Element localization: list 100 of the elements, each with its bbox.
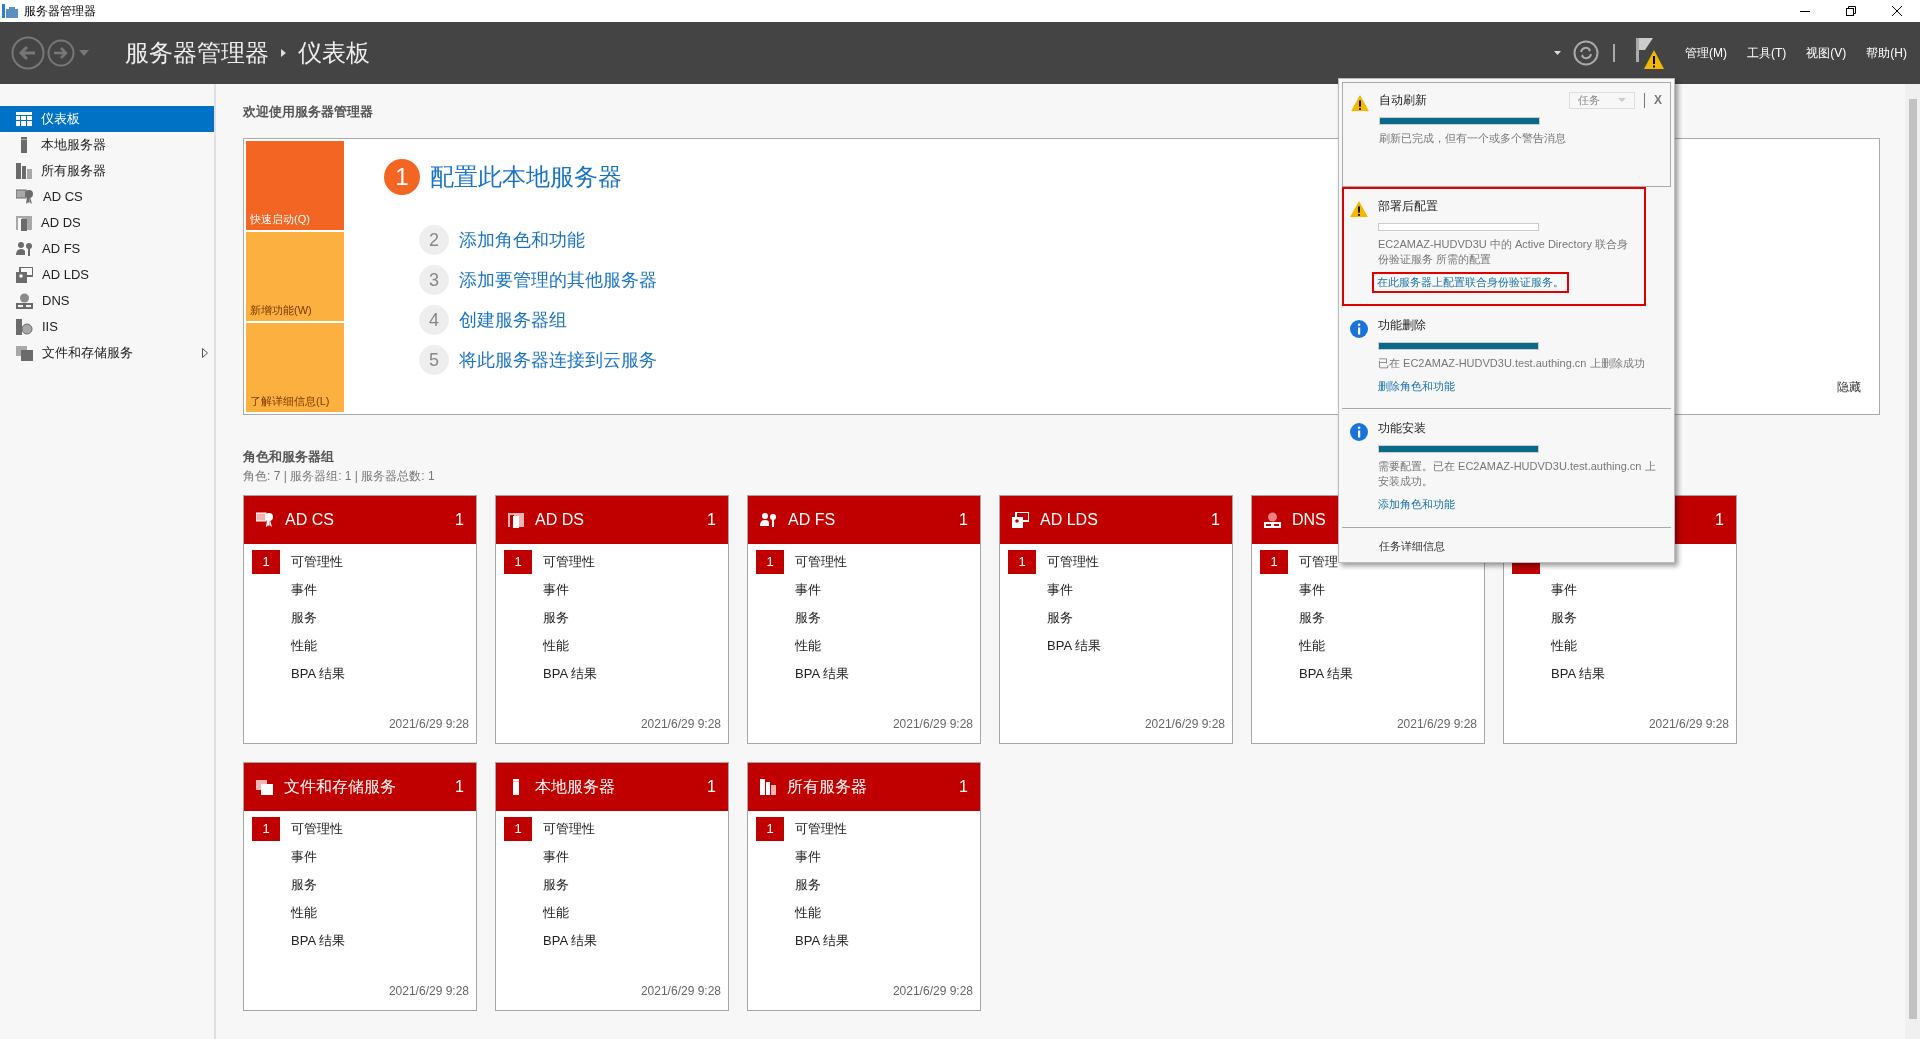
hide-link[interactable]: 隐藏	[1837, 378, 1861, 396]
tile-row-link[interactable]: 事件	[1299, 579, 1325, 600]
sidebar-item[interactable]: 仪表板	[0, 106, 214, 132]
sidebar-item[interactable]: AD LDS	[0, 262, 214, 288]
tile-row-link[interactable]: 事件	[1551, 579, 1577, 600]
tile-row-link[interactable]: BPA 结果	[795, 930, 849, 951]
role-tile[interactable]: 文件和存储服务 1 1 可管理性 事件 服务 性能 BPA 结果 2021/6/29 9:28	[243, 761, 477, 1011]
tile-row-link[interactable]: 服务	[1551, 607, 1577, 628]
quick-tile[interactable]: 了解详细信息(L)	[246, 323, 344, 412]
step-link[interactable]: 添加角色和功能	[459, 226, 585, 254]
tile-row-link[interactable]: 性能	[1551, 635, 1577, 656]
tile-timestamp: 2021/6/29 9:28	[388, 715, 470, 733]
tile-row-link[interactable]: 性能	[543, 902, 569, 923]
alert-count: 1	[252, 549, 280, 574]
close-button[interactable]: X	[1654, 91, 1662, 109]
menu-item[interactable]: 帮助(H)	[1866, 44, 1907, 62]
notification-item[interactable]: 自动刷新 任务 X 刷新已完成，但有一个或多个警告消息	[1342, 82, 1671, 187]
notification-title: 功能删除	[1378, 316, 1427, 334]
user-key-icon	[760, 511, 777, 528]
tile-row-link[interactable]: 可管理性	[1047, 551, 1099, 572]
tile-row-link[interactable]: 性能	[291, 902, 317, 923]
tile-row-link[interactable]: BPA 结果	[291, 663, 345, 684]
task-dropdown[interactable]: 任务	[1569, 91, 1635, 109]
scrollbar[interactable]	[1905, 84, 1920, 1039]
sidebar-item[interactable]: AD FS	[0, 236, 214, 262]
sidebar-item[interactable]: AD DS	[0, 210, 214, 236]
servers-icon	[16, 163, 32, 179]
sidebar-item[interactable]: 所有服务器	[0, 158, 214, 184]
tile-row-link[interactable]: 事件	[543, 579, 569, 600]
expand-arrow-icon[interactable]	[202, 348, 208, 358]
sidebar-item[interactable]: 文件和存储服务	[0, 340, 214, 366]
tile-row-link[interactable]: BPA 结果	[795, 663, 849, 684]
sidebar-item[interactable]: DNS	[0, 288, 214, 314]
tile-row-link[interactable]: BPA 结果	[1047, 635, 1101, 656]
sidebar-item[interactable]: IIS	[0, 314, 214, 340]
notification-item[interactable]: 功能删除 已在 EC2AMAZ-HUDVD3U.test.authing.cn 上删除成功 删除角色和功能	[1342, 305, 1671, 409]
notification-message: EC2AMAZ-HUDVD3U 中的 Active Directory 联合身份验证服务 所需的配置	[1378, 237, 1629, 267]
notification-link[interactable]: 在此服务器上配置联合身份验证服务。	[1374, 274, 1567, 291]
tile-row-link[interactable]: 服务	[795, 874, 821, 895]
sidebar-item[interactable]: AD CS	[0, 184, 214, 210]
menu-item[interactable]: 工具(T)	[1747, 44, 1787, 62]
role-tile[interactable]: AD FS 1 1 可管理性 事件 服务 性能 BPA 结果 2021/6/29 9:28	[747, 494, 981, 744]
notification-link[interactable]: 添加角色和功能	[1378, 496, 1455, 513]
notification-item[interactable]: 功能安装 需要配置。已在 EC2AMAZ-HUDVD3U.test.authing.cn 上安装成功。 添加角色和功能	[1342, 409, 1671, 528]
notification-link[interactable]: 删除角色和功能	[1378, 377, 1455, 394]
step-link[interactable]: 添加要管理的其他服务器	[459, 266, 657, 294]
tile-row-link[interactable]: BPA 结果	[543, 663, 597, 684]
tile-row-link[interactable]: 服务	[1047, 607, 1073, 628]
back-button[interactable]	[11, 36, 45, 70]
tile-row-link[interactable]: 可管理	[1299, 551, 1338, 572]
tile-row-link[interactable]: 事件	[795, 579, 821, 600]
tile-row-link[interactable]: 事件	[291, 579, 317, 600]
role-tile[interactable]: 所有服务器 1 1 可管理性 事件 服务 性能 BPA 结果 2021/6/29 9:28	[747, 761, 981, 1011]
role-tile[interactable]: AD DS 1 1 可管理性 事件 服务 性能 BPA 结果 2021/6/29 9:28	[495, 494, 729, 744]
tile-row-link[interactable]: 可管理性	[795, 551, 847, 572]
notification-flag-button[interactable]	[1635, 36, 1665, 70]
tile-row-link[interactable]: 事件	[795, 846, 821, 867]
menu-item[interactable]: 视图(V)	[1806, 44, 1847, 62]
notification-item[interactable]: 部署后配置 EC2AMAZ-HUDVD3U 中的 Active Directory 联合身份验证服务 所需的配置 在此服务器上配置联合身份验证服务。	[1342, 187, 1646, 306]
menu-item[interactable]: 管理(M)	[1685, 44, 1727, 62]
caret-icon[interactable]	[1554, 51, 1561, 55]
tile-row-link[interactable]: 服务	[1299, 607, 1325, 628]
role-tile[interactable]: AD LDS 1 1 可管理性 事件 服务 BPA 结果 2021/6/29 9:28	[999, 494, 1233, 744]
tile-row-link[interactable]: 可管理性	[291, 551, 343, 572]
tile-row-link[interactable]: 事件	[543, 846, 569, 867]
tile-row-link[interactable]: 服务	[543, 874, 569, 895]
tile-row-link[interactable]: 事件	[1047, 579, 1073, 600]
notification-message: 已在 EC2AMAZ-HUDVD3U.test.authing.cn 上删除成功	[1378, 355, 1646, 371]
tile-row-link[interactable]: 性能	[795, 635, 821, 656]
step-link[interactable]: 将此服务器连接到云服务	[459, 346, 657, 374]
tile-row-link[interactable]: 性能	[1299, 635, 1325, 656]
tile-row-link[interactable]: 性能	[543, 635, 569, 656]
tile-row-link[interactable]: 服务	[543, 607, 569, 628]
step-link[interactable]: 配置此本地服务器	[430, 159, 622, 195]
role-tile[interactable]: 本地服务器 1 1 可管理性 事件 服务 性能 BPA 结果 2021/6/29 9:28	[495, 761, 729, 1011]
role-tile[interactable]: AD CS 1 1 可管理性 事件 服务 性能 BPA 结果 2021/6/29 9:28	[243, 494, 477, 744]
tile-row-link[interactable]: 服务	[795, 607, 821, 628]
tile-row-link[interactable]: 事件	[291, 846, 317, 867]
warning-icon	[1351, 95, 1369, 112]
tile-row-link[interactable]: 可管理性	[543, 818, 595, 839]
sidebar-item[interactable]: 本地服务器	[0, 132, 214, 158]
tile-row-link[interactable]: BPA 结果	[1551, 663, 1605, 684]
tile-row-link[interactable]: 可管理性	[795, 818, 847, 839]
refresh-button[interactable]	[1573, 40, 1599, 66]
tile-row-link[interactable]: 性能	[795, 902, 821, 923]
tile-row-link[interactable]: BPA 结果	[1299, 663, 1353, 684]
window-title: 服务器管理器	[24, 3, 96, 20]
history-caret-icon[interactable]	[79, 50, 89, 56]
tile-row-link[interactable]: 可管理性	[543, 551, 595, 572]
tile-row-link[interactable]: 服务	[291, 607, 317, 628]
tile-row-link[interactable]: BPA 结果	[543, 930, 597, 951]
web-server-icon	[16, 319, 33, 335]
quick-tile[interactable]: 新增功能(W)	[246, 232, 344, 321]
tile-row-link[interactable]: 性能	[291, 635, 317, 656]
tile-row-link[interactable]: BPA 结果	[291, 930, 345, 951]
tile-row-link[interactable]: 可管理性	[291, 818, 343, 839]
tile-row-link[interactable]: 服务	[291, 874, 317, 895]
step-link[interactable]: 创建服务器组	[459, 306, 567, 334]
forward-button[interactable]	[47, 39, 75, 67]
tile-header: 所有服务器 1	[748, 762, 980, 811]
